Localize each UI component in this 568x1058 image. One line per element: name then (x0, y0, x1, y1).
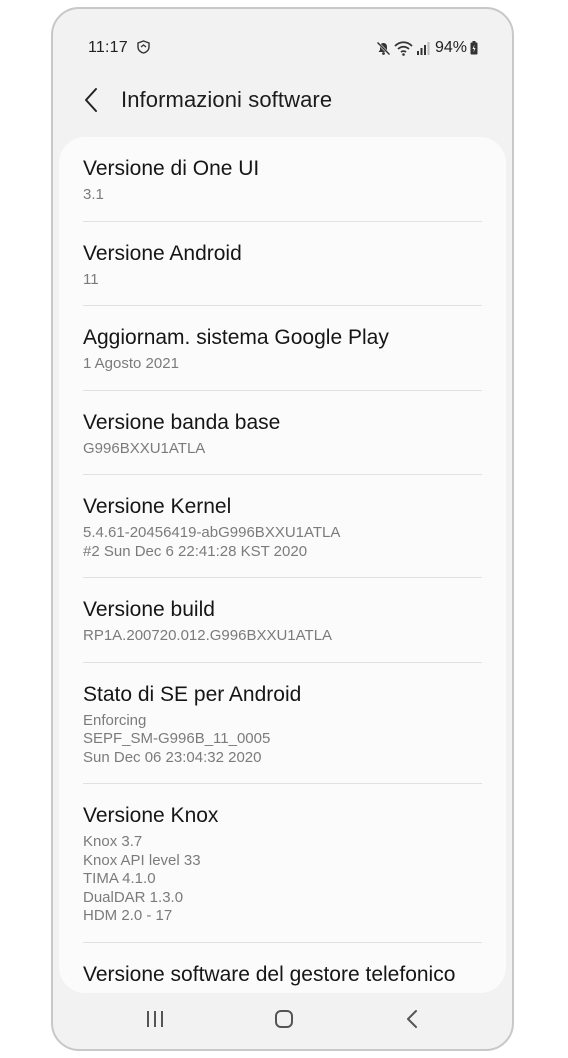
status-time: 11:17 (88, 39, 128, 56)
list-item-value: 5.4.61-20456419-abG996BXXU1ATLA (83, 524, 341, 541)
list-item-title: Versione software del gestore telefonico (83, 962, 456, 986)
list-item-content: Versione build RP1A.200720.012.G996BXXU1A… (83, 595, 482, 663)
shield-icon (137, 40, 150, 54)
back-icon (407, 1010, 417, 1028)
list-item-title: Versione build (83, 598, 215, 621)
list-item-value: G996BXXU1ATLA (83, 439, 206, 457)
list-item-value: Knox 3.7 (83, 833, 143, 850)
battery-icon (470, 41, 478, 55)
list-item-subtitle: Knox 3.7 Knox API level 33 TIMA 4.1.0 DualD… (83, 833, 482, 926)
list-item[interactable]: Versione banda base G996BXXU1ATLA (59, 391, 506, 475)
navigation-bar (53, 991, 512, 1049)
wifi-icon (394, 40, 413, 56)
list-item-title: Versione Android (83, 241, 242, 265)
list-item-title: Versione banda base (83, 410, 281, 434)
list-item-title: Aggiornam. sistema Google Play (83, 326, 389, 349)
signal-icon (416, 41, 430, 55)
list-item[interactable]: Versione Android 11 (59, 222, 506, 306)
phone-frame: 11:17 94% Informazioni software Versione… (51, 7, 514, 1051)
recents-button[interactable] (140, 1005, 170, 1033)
list-item-content: Versione di One UI 3.1 (83, 154, 482, 222)
list-item[interactable]: Versione build RP1A.200720.012.G996BXXU1A… (59, 578, 506, 663)
list-item-content: Versione Android 11 (83, 239, 482, 306)
list-item-value: Knox API level 33 (83, 851, 201, 869)
back-button[interactable] (79, 83, 103, 117)
list-item-value: 11 (83, 270, 99, 288)
recents-icon (147, 1011, 163, 1027)
list-item-subtitle: RP1A.200720.012.G996BXXU1ATLA (83, 627, 482, 646)
list-item[interactable]: Versione Knox Knox 3.7 Knox API level 33 TI… (59, 784, 506, 943)
list-item-value: HDM 2.0 - 17 (83, 907, 173, 924)
list-item-title: Versione Kernel (83, 495, 232, 518)
app-header: Informazioni software (53, 71, 512, 133)
battery-percent: 94% (434, 39, 467, 56)
list-item[interactable]: Aggiornam. sistema Google Play 1 Agosto 2… (59, 306, 506, 391)
chevron-left-icon (85, 88, 97, 112)
list-item-value: SEPF_SM-G996B_11_0005 (83, 730, 271, 747)
info-list: Versione di One UI 3.1 Versione Android 11 A… (59, 137, 506, 993)
list-item-value: Enforcing (83, 711, 147, 729)
list-item-value: #2 Sun Dec 6 22:41:28 KST 2020 (83, 542, 308, 560)
list-item[interactable]: Stato di SE per Android Enforcing SEPF_SM-… (59, 663, 506, 784)
list-item-subtitle: 11 (83, 271, 482, 290)
page-title: Informazioni software (121, 87, 333, 112)
list-item-content: Versione software del gestore telefonico… (83, 960, 482, 994)
list-item-value: DualDAR 1.3.0 (83, 888, 184, 906)
home-icon (275, 1010, 293, 1028)
list-item-value: TIMA 4.1.0 (83, 870, 156, 887)
list-item-value: Sun Dec 06 23:04:32 2020 (83, 748, 262, 766)
list-item-value: RP1A.200720.012.G996BXXU1ATLA (83, 627, 333, 644)
status-icons: 94% (376, 38, 478, 58)
list-item[interactable]: Versione Kernel 5.4.61-20456419-abG996BXX… (59, 475, 506, 578)
list-item-content: Aggiornam. sistema Google Play 1 Agosto 2… (83, 323, 482, 391)
nav-back-button[interactable] (397, 1005, 427, 1033)
list-item[interactable]: Versione di One UI 3.1 (59, 137, 506, 222)
list-item-title: Versione di One UI (83, 157, 260, 180)
list-item-content: Stato di SE per Android Enforcing SEPF_SM-… (83, 680, 482, 784)
software-info-card: Versione di One UI 3.1 Versione Android 11 A… (59, 137, 506, 993)
list-item-title: Stato di SE per Android (83, 682, 302, 706)
list-item-subtitle: G996BXXU1ATLA (83, 440, 482, 459)
list-item-subtitle: 1 Agosto 2021 (83, 355, 482, 374)
list-item-content: Versione Kernel 5.4.61-20456419-abG996BXX… (83, 492, 482, 578)
home-button[interactable] (269, 1005, 299, 1033)
list-item-title: Versione Knox (83, 804, 219, 827)
list-item-subtitle: 5.4.61-20456419-abG996BXXU1ATLA #2 Sun De… (83, 524, 482, 561)
list-item-subtitle: 3.1 (83, 186, 482, 205)
mute-icon (376, 41, 391, 55)
list-item-value: 3.1 (83, 186, 104, 203)
list-item-content: Versione Knox Knox 3.7 Knox API level 33 TI… (83, 801, 482, 943)
list-item-content: Versione banda base G996BXXU1ATLA (83, 408, 482, 475)
list-item-subtitle: Enforcing SEPF_SM-G996B_11_0005 Sun Dec 06… (83, 712, 482, 768)
list-item[interactable]: Versione software del gestore telefonico… (59, 943, 506, 994)
list-item-value: 1 Agosto 2021 (83, 355, 179, 372)
